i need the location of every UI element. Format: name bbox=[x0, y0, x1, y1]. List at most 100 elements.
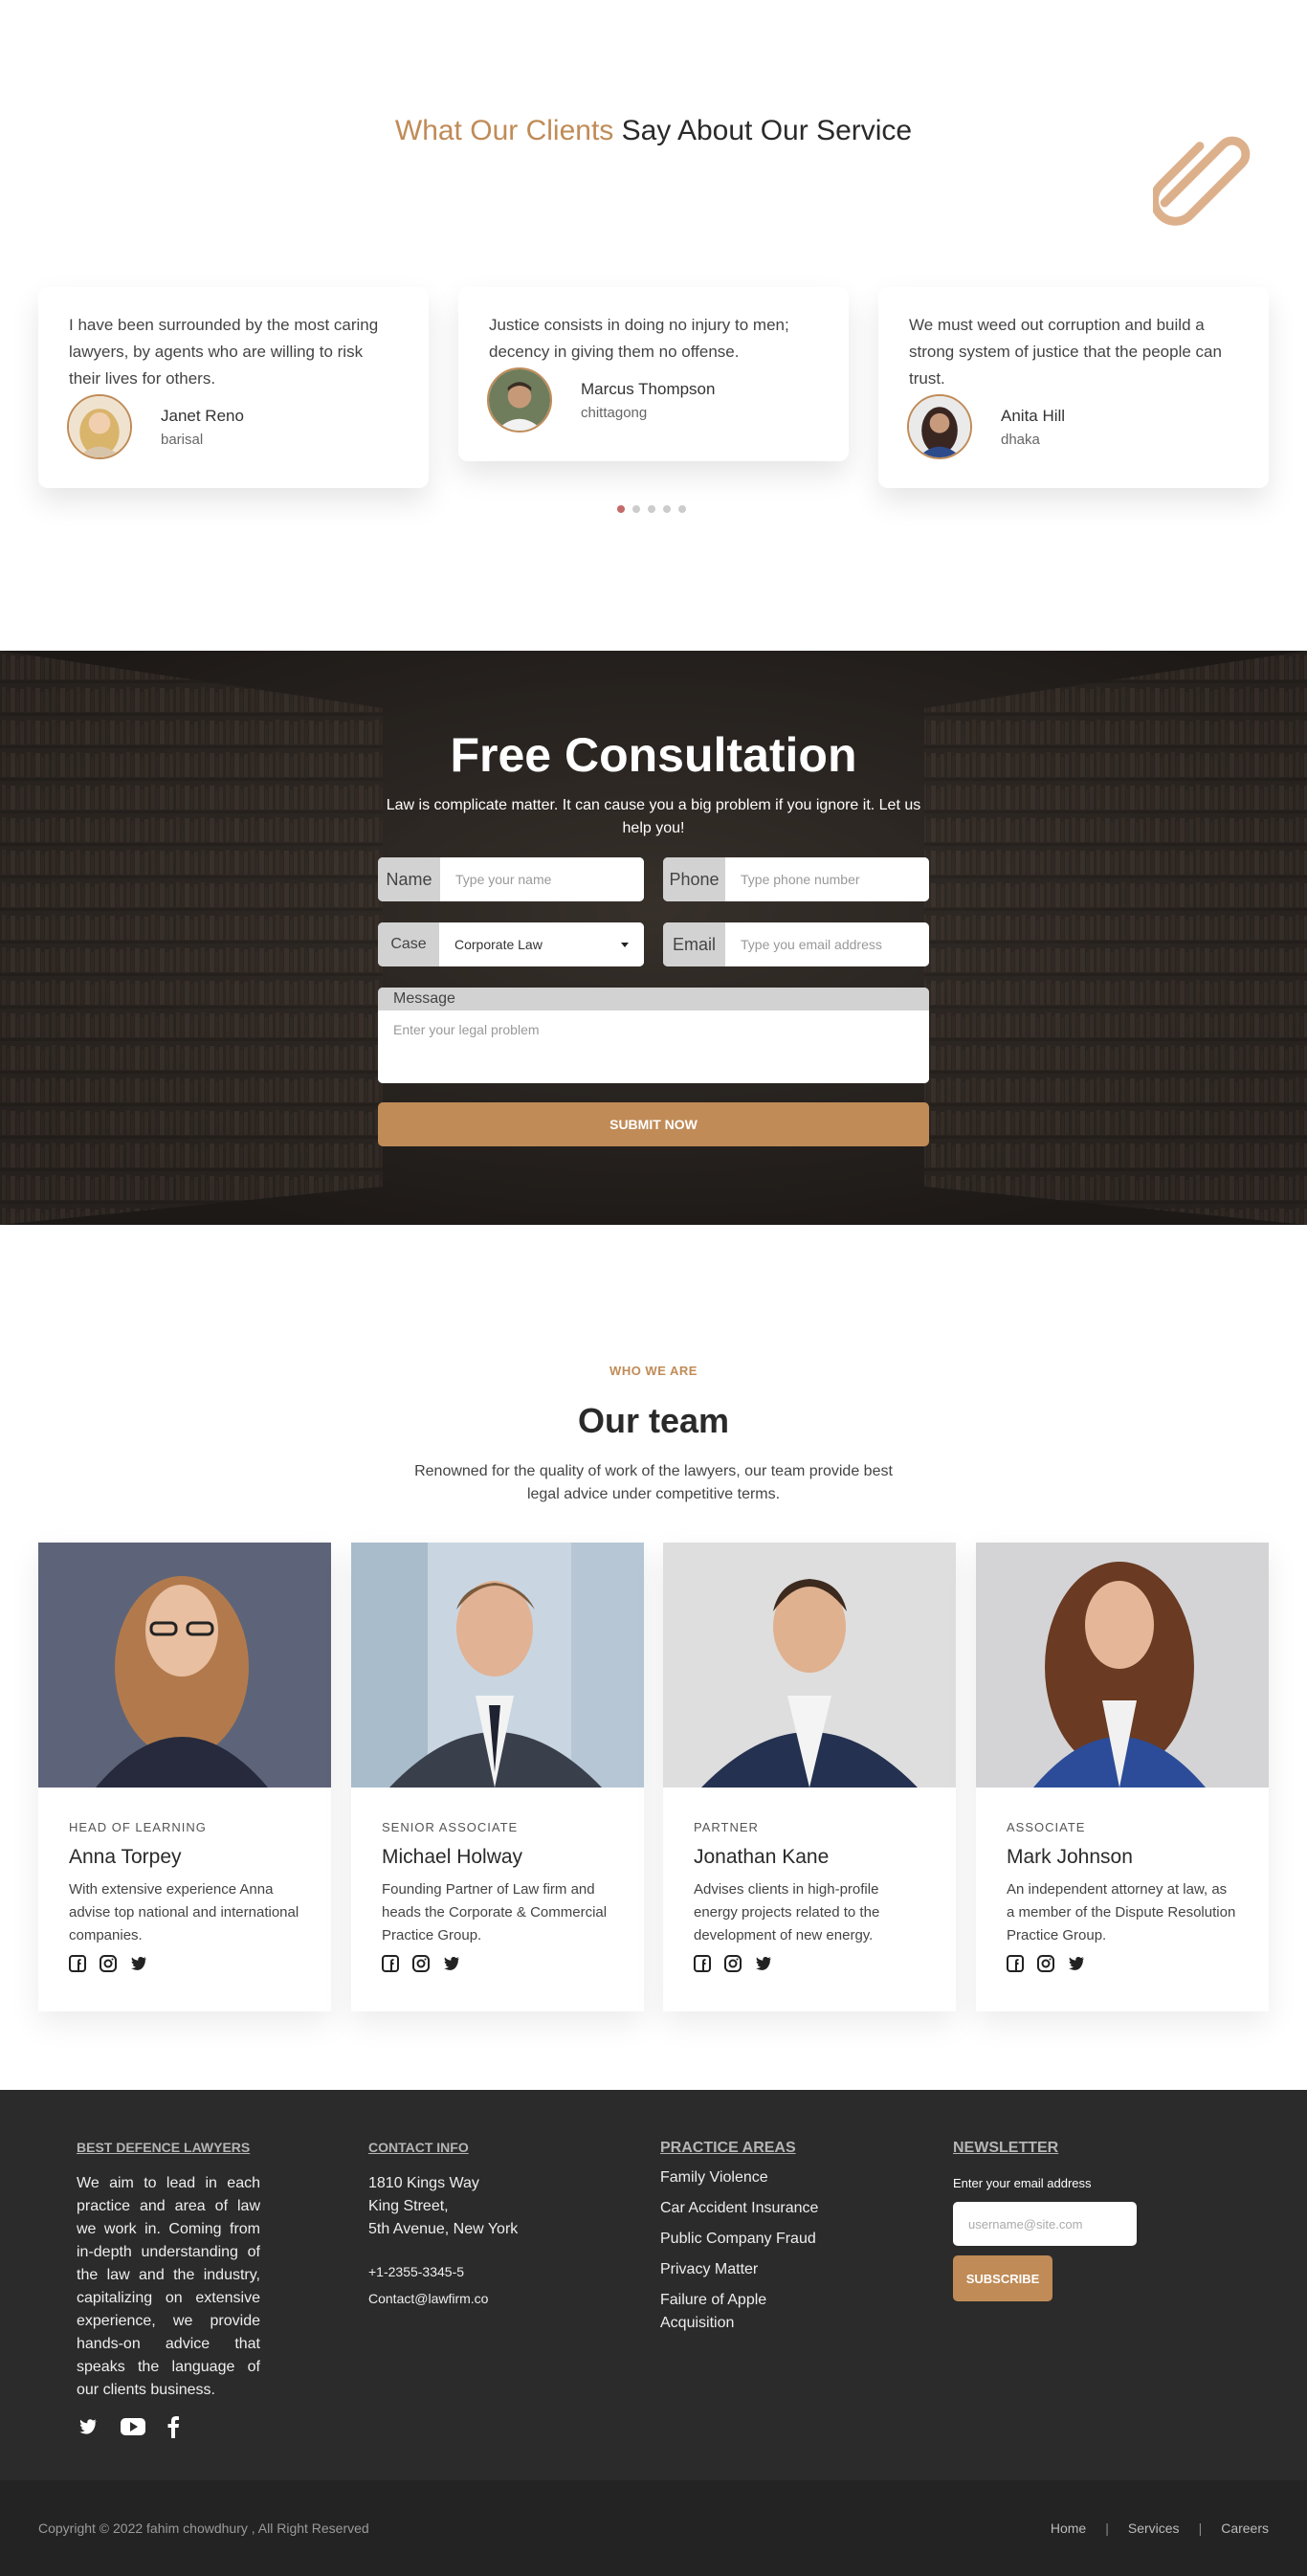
practice-area-link[interactable]: Privacy Matter bbox=[660, 2258, 852, 2281]
footer-about-heading: BEST DEFENCE LAWYERS bbox=[77, 2140, 251, 2155]
message-textarea[interactable] bbox=[378, 1010, 929, 1083]
author-name: Marcus Thompson bbox=[581, 379, 716, 398]
email-input[interactable] bbox=[725, 922, 929, 966]
contact-email[interactable]: Contact@lawfirm.co bbox=[368, 2291, 560, 2306]
newsletter-label: Enter your email address bbox=[953, 2176, 1092, 2190]
testimonial-author: Anita Hill dhaka bbox=[907, 394, 1065, 459]
footer-nav: Home | Services | Careers bbox=[1051, 2520, 1269, 2536]
member-bio: An independent attorney at law, as a mem… bbox=[1007, 1881, 1236, 1943]
twitter-icon[interactable] bbox=[130, 1955, 147, 1972]
team-member-card: SENIOR ASSOCIATE Michael Holway Founding… bbox=[351, 1543, 644, 2011]
message-field: Message bbox=[378, 988, 929, 1083]
consultation-title: Free Consultation bbox=[450, 728, 857, 782]
footer-contact-heading: CONTACT INFO bbox=[368, 2140, 469, 2155]
consultation-subtitle: Law is complicate matter. It can cause y… bbox=[386, 797, 921, 836]
copyright-text: Copyright © 2022 fahim chowdhury , All R… bbox=[38, 2520, 369, 2536]
footer-practice-areas: PRACTICE AREAS Family Violence Car Accid… bbox=[660, 2140, 852, 2335]
practice-area-link[interactable]: Failure of Apple Acquisition bbox=[660, 2289, 785, 2335]
member-bio: Founding Partner of Law firm and heads t… bbox=[382, 1881, 608, 1943]
contact-address-line: 5th Avenue, New York bbox=[368, 2221, 519, 2237]
avatar bbox=[487, 367, 552, 433]
contact-phone[interactable]: +1-2355-3345-5 bbox=[368, 2264, 560, 2279]
instagram-icon[interactable] bbox=[100, 1955, 117, 1972]
member-name: Michael Holway bbox=[382, 1846, 523, 1868]
member-role: HEAD OF LEARNING bbox=[69, 1820, 207, 1834]
team-member-card: ASSOCIATE Mark Johnson An independent at… bbox=[976, 1543, 1269, 2011]
consultation-section: Free Consultation Law is complicate matt… bbox=[0, 651, 1307, 1225]
footer-newsletter-heading: NEWSLETTER bbox=[953, 2140, 1059, 2156]
footer: BEST DEFENCE LAWYERS We aim to lead in e… bbox=[0, 2090, 1307, 2576]
carousel-dot[interactable] bbox=[632, 505, 640, 513]
team-title: Our team bbox=[577, 1401, 730, 1440]
email-label: Email bbox=[663, 922, 725, 966]
phone-label: Phone bbox=[663, 857, 725, 901]
case-label: Case bbox=[378, 922, 439, 966]
member-photo bbox=[38, 1543, 331, 1788]
phone-input[interactable] bbox=[725, 857, 929, 901]
newsletter-email-input[interactable] bbox=[953, 2202, 1137, 2246]
team-description: Renowned for the quality of work of the … bbox=[414, 1463, 893, 1502]
carousel-dot[interactable] bbox=[617, 505, 625, 513]
twitter-icon[interactable] bbox=[1068, 1955, 1085, 1972]
case-select-value: Corporate Law bbox=[454, 937, 543, 952]
carousel-dot[interactable] bbox=[678, 505, 686, 513]
twitter-icon[interactable] bbox=[443, 1955, 460, 1972]
carousel-dot[interactable] bbox=[663, 505, 671, 513]
carousel-dot[interactable] bbox=[648, 505, 655, 513]
facebook-icon[interactable] bbox=[166, 2415, 180, 2438]
contact-address-line: 1810 Kings Way bbox=[368, 2175, 479, 2191]
name-label: Name bbox=[378, 857, 440, 901]
facebook-icon[interactable] bbox=[694, 1955, 711, 1972]
member-bio: With extensive experience Anna advise to… bbox=[69, 1881, 299, 1943]
testimonial-quote: We must weed out corruption and build a … bbox=[909, 316, 1222, 388]
footer-nav-services[interactable]: Services bbox=[1128, 2520, 1180, 2536]
member-photo bbox=[663, 1543, 956, 1788]
practice-area-link[interactable]: Family Violence bbox=[660, 2166, 852, 2189]
footer-bottom-bar: Copyright © 2022 fahim chowdhury , All R… bbox=[0, 2480, 1307, 2576]
avatar bbox=[67, 394, 132, 459]
testimonial-author: Janet Reno barisal bbox=[67, 394, 244, 459]
testimonials-heading: What Our Clients Say About Our Service bbox=[394, 115, 913, 146]
instagram-icon[interactable] bbox=[412, 1955, 430, 1972]
chevron-down-icon bbox=[621, 942, 629, 947]
phone-field: Phone bbox=[663, 857, 929, 901]
carousel-dots bbox=[617, 505, 686, 513]
team-member-card: PARTNER Jonathan Kane Advises clients in… bbox=[663, 1543, 956, 2011]
footer-nav-careers[interactable]: Careers bbox=[1221, 2520, 1269, 2536]
subscribe-button[interactable]: SUBSCRIBE bbox=[953, 2255, 1052, 2301]
member-role: ASSOCIATE bbox=[1007, 1820, 1086, 1834]
author-location: chittagong bbox=[581, 404, 648, 421]
youtube-icon[interactable] bbox=[121, 2417, 145, 2436]
footer-contact: CONTACT INFO 1810 Kings Way King Street,… bbox=[368, 2140, 560, 2306]
instagram-icon[interactable] bbox=[1037, 1955, 1054, 1972]
footer-practice-heading: PRACTICE AREAS bbox=[660, 2140, 796, 2156]
footer-socials bbox=[77, 2415, 180, 2438]
footer-nav-home[interactable]: Home bbox=[1051, 2520, 1086, 2536]
name-input[interactable] bbox=[440, 857, 644, 901]
contact-address-line: King Street, bbox=[368, 2198, 449, 2214]
practice-area-link[interactable]: Public Company Fraud bbox=[660, 2228, 852, 2251]
case-select[interactable]: Corporate Law bbox=[439, 922, 644, 966]
submit-button[interactable]: SUBMIT NOW bbox=[378, 1102, 929, 1146]
name-field: Name bbox=[378, 857, 644, 901]
facebook-icon[interactable] bbox=[382, 1955, 399, 1972]
instagram-icon[interactable] bbox=[724, 1955, 742, 1972]
member-photo bbox=[976, 1543, 1269, 1788]
member-role: SENIOR ASSOCIATE bbox=[382, 1820, 519, 1834]
practice-area-link[interactable]: Car Accident Insurance bbox=[660, 2197, 852, 2220]
team-eyebrow: WHO WE ARE bbox=[609, 1364, 698, 1378]
nav-separator: | bbox=[1105, 2520, 1109, 2536]
member-socials bbox=[382, 1955, 613, 1972]
twitter-icon[interactable] bbox=[77, 2417, 100, 2436]
member-name: Mark Johnson bbox=[1007, 1846, 1133, 1868]
testimonial-quote: Justice consists in doing no injury to m… bbox=[489, 316, 789, 361]
twitter-icon[interactable] bbox=[755, 1955, 772, 1972]
member-photo bbox=[351, 1543, 644, 1788]
paperclip-icon bbox=[1153, 136, 1251, 226]
author-location: dhaka bbox=[1001, 431, 1040, 448]
author-location: barisal bbox=[161, 431, 204, 448]
member-socials bbox=[1007, 1955, 1238, 1972]
facebook-icon[interactable] bbox=[1007, 1955, 1024, 1972]
facebook-icon[interactable] bbox=[69, 1955, 86, 1972]
team-member-card: HEAD OF LEARNING Anna Torpey With extens… bbox=[38, 1543, 331, 2011]
